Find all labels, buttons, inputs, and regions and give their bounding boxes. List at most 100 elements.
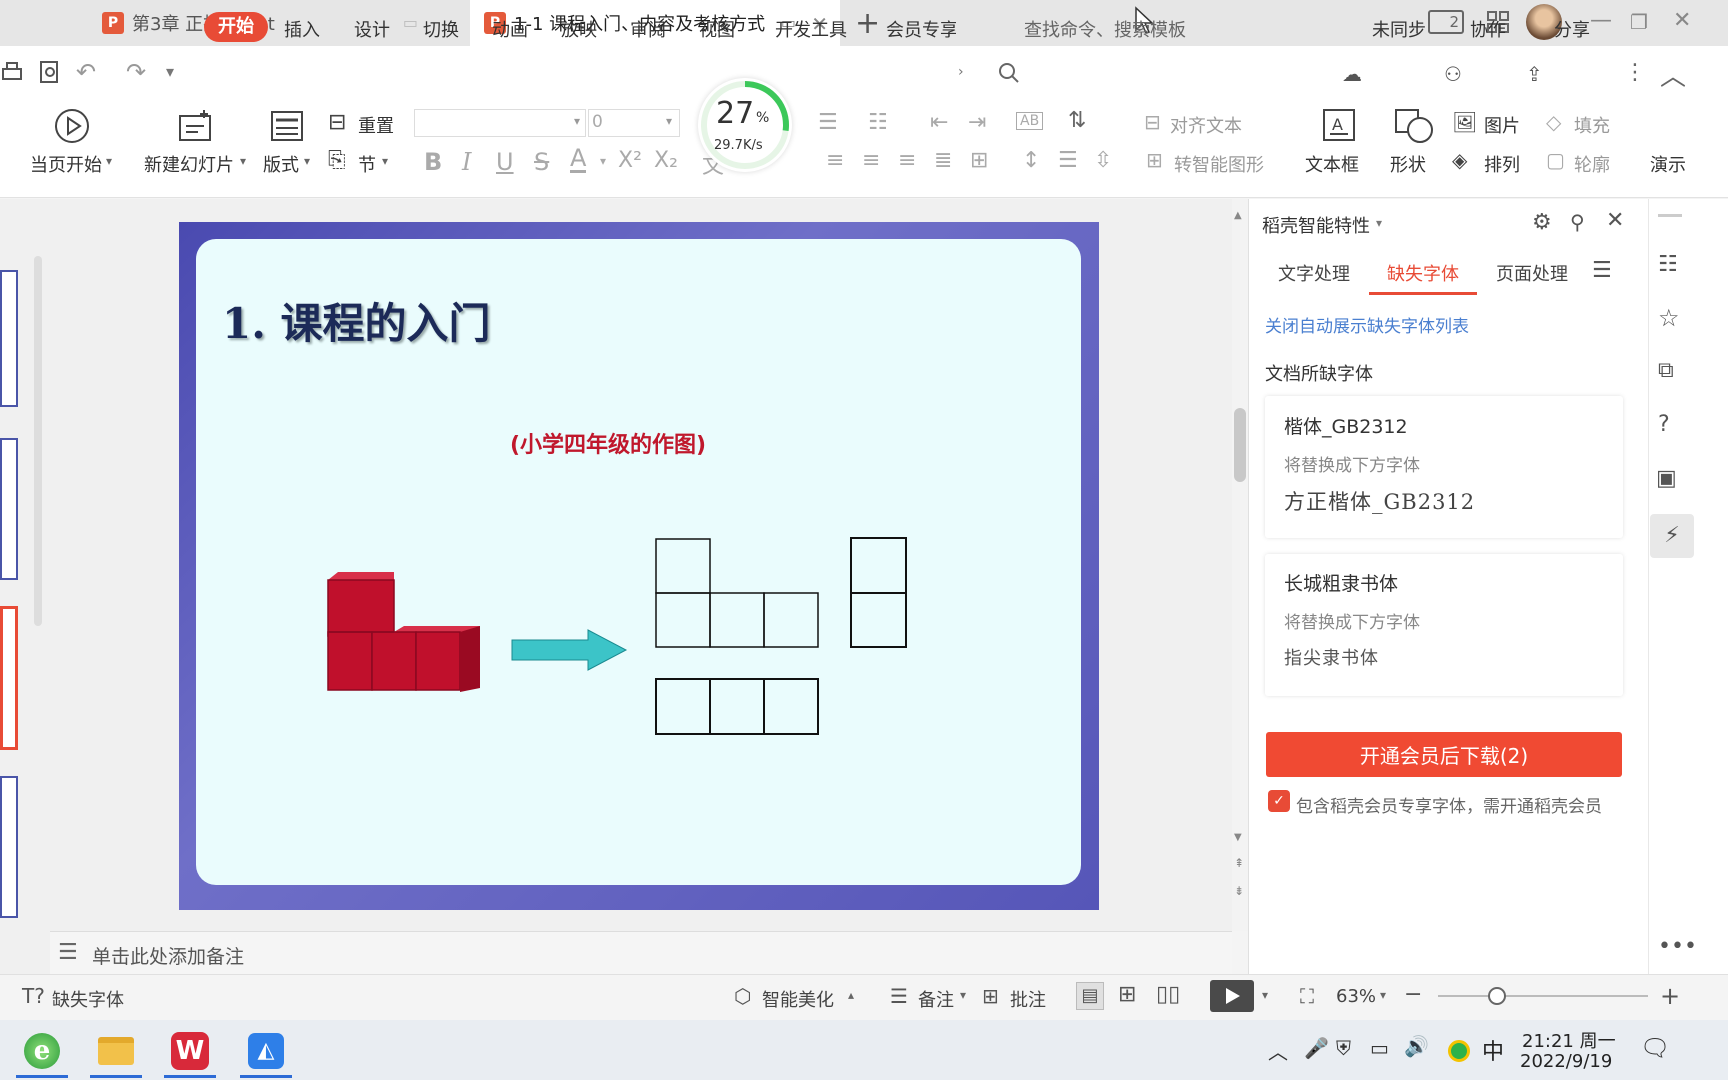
dropdown-arrow-icon[interactable]: ▾ [960,988,966,1002]
menu-view[interactable]: 视图 [699,16,735,42]
line-spacing-icon[interactable]: ↕ [1022,148,1040,173]
volume-icon[interactable]: 🔊 [1404,1034,1429,1058]
file-explorer-icon[interactable] [86,1024,146,1078]
menu-design[interactable]: 设计 [354,16,390,42]
help-icon[interactable]: ? [1658,412,1670,437]
text-case-icon[interactable]: AB [1016,112,1044,130]
taskbar-time[interactable]: 21:21 周一 [1522,1027,1616,1053]
wps-office-icon[interactable]: W [160,1024,220,1078]
missing-font-status[interactable]: 缺失字体 [52,986,124,1012]
textbox-icon[interactable]: A [1322,108,1356,142]
menu-start[interactable]: 开始 [204,12,268,42]
dropdown-arrow-icon[interactable]: ▾ [600,154,606,168]
numbered-list-icon[interactable]: ☷ [868,110,888,135]
play-from-current-button[interactable]: 当页开始 [30,151,102,177]
justify-icon[interactable]: ≣ [934,148,952,173]
new-tab-button[interactable]: + [855,6,880,41]
paragraph-spacing-icon[interactable]: ☰ [1058,148,1078,173]
arrange-button[interactable]: 排列 [1484,151,1520,177]
layout-switch-button[interactable]: 2 [1428,10,1464,34]
textbox-button[interactable]: 文本框 [1305,151,1359,177]
fit-window-icon[interactable]: ⛶ [1300,984,1314,1008]
ie-browser-icon[interactable]: e [12,1024,72,1078]
align-left-icon[interactable]: ≡ [826,148,844,173]
spacing-icon[interactable]: ⇳ [1094,148,1112,173]
redo-icon[interactable]: ↷ [126,58,146,86]
increase-indent-icon[interactable]: ⇥ [968,110,986,135]
zoom-level[interactable]: 63% [1336,986,1376,1007]
collapse-ribbon-icon[interactable]: ︿ [1660,56,1686,93]
align-text-button[interactable]: 对齐文本 [1170,112,1242,138]
scrollbar-thumb[interactable] [1234,408,1246,482]
taskbar-date[interactable]: 2022/9/19 [1520,1051,1612,1072]
shape-button[interactable]: 形状 [1390,151,1426,177]
slide-subtitle[interactable]: (小学四年级的作图) [510,427,706,459]
settings-sliders-icon[interactable]: ☷ [1658,252,1678,277]
outline-button[interactable]: 轮廓 [1574,151,1610,177]
network-status-icon[interactable] [1448,1040,1470,1062]
menu-animation[interactable]: 动画 [492,16,528,42]
command-search-input[interactable]: 查找命令、搜索模板 [1024,16,1186,42]
battery-icon[interactable]: ▭ [1370,1036,1389,1060]
tray-expand-icon[interactable]: ︿ [1268,1036,1288,1065]
play-circle-icon[interactable] [54,108,90,144]
slide-sorter-icon[interactable]: ⊞ [1118,982,1136,1007]
sort-text-icon[interactable]: ⇅ [1068,108,1086,133]
microphone-icon[interactable]: 🎤 [1304,1036,1329,1060]
zoom-slider-handle[interactable] [1488,987,1506,1005]
layout-button[interactable]: 版式 [263,151,299,177]
section-button[interactable]: 节 [358,151,376,177]
close-auto-show-link[interactable]: 关闭自动展示缺失字体列表 [1265,312,1469,337]
ime-indicator[interactable]: 中 [1482,1034,1504,1066]
menu-review[interactable]: 审阅 [630,16,666,42]
undo-icon[interactable]: ↶ [76,58,96,86]
dropdown-arrow-icon[interactable]: ▾ [106,154,112,168]
slide-transfer-icon[interactable]: ⧉ [1658,358,1674,383]
slide-scrollbar[interactable] [1232,199,1248,931]
decrease-indent-icon[interactable]: ⇤ [930,110,948,135]
slide-thumbnail-active[interactable] [0,606,18,750]
align-right-icon[interactable]: ≡ [898,148,916,173]
convert-smartart-button[interactable]: 转智能图形 [1174,151,1264,177]
thumbnail-scrollbar[interactable] [34,256,42,626]
slide-title[interactable]: 1. 课程的入门 [222,290,490,351]
tab-missing-fonts[interactable]: 缺失字体 [1387,260,1459,286]
bullet-list-icon[interactable]: ☰ [818,110,838,135]
dropdown-arrow-icon[interactable]: ▾ [382,154,388,168]
bold-icon[interactable]: B [424,148,442,176]
menu-transition[interactable]: 切换 [423,16,459,42]
dropdown-arrow-icon[interactable]: ▾ [1376,216,1382,230]
meeting-app-icon[interactable]: ◭ [236,1024,296,1078]
font-color-icon[interactable]: A [570,146,587,173]
scroll-down-icon[interactable]: ▼ [1234,832,1242,843]
red-cube-figure[interactable] [320,570,486,694]
reading-view-icon[interactable]: ▯▯ [1156,982,1180,1007]
security-shield-icon[interactable]: ⛨ [1336,1036,1351,1060]
menu-member[interactable]: 会员专享 [886,16,956,42]
dropdown-arrow-icon[interactable]: ▾ [240,154,246,168]
prev-slide-icon[interactable]: ⇞ [1234,856,1244,870]
restore-icon[interactable]: ❐ [1630,10,1648,34]
gear-icon[interactable]: ⚙ [1532,210,1552,235]
shape-icon[interactable] [1394,108,1434,144]
font-name-combo[interactable] [414,109,586,137]
superscript-icon[interactable]: X² [618,148,642,173]
present-button[interactable]: 演示 [1650,151,1710,177]
slide-thumbnail[interactable] [0,438,18,580]
distribute-icon[interactable]: ⊞ [970,148,988,173]
dropdown-arrow-icon[interactable]: ▾ [1262,988,1268,1002]
zoom-slider[interactable] [1438,995,1648,997]
dropdown-arrow-icon[interactable]: ▴ [848,988,854,1002]
chevron-right-icon[interactable]: › [958,64,964,80]
star-icon[interactable]: ☆ [1658,304,1680,332]
panel-title[interactable]: 稻壳智能特性 [1262,212,1370,238]
reset-button[interactable]: 重置 [358,112,394,138]
comment-button[interactable]: 批注 [1010,986,1046,1012]
upload-progress-widget[interactable]: 27 % 29.7K/s [698,78,792,172]
menu-slideshow[interactable]: 放映 [561,16,597,42]
normal-view-icon[interactable]: ▤ [1076,982,1104,1010]
slide-thumbnail[interactable] [0,776,18,918]
dropdown-arrow-icon[interactable]: ▾ [666,114,672,128]
close-window-icon[interactable]: ✕ [1673,8,1691,33]
smart-feature-icon[interactable]: ⚡ [1650,514,1694,558]
